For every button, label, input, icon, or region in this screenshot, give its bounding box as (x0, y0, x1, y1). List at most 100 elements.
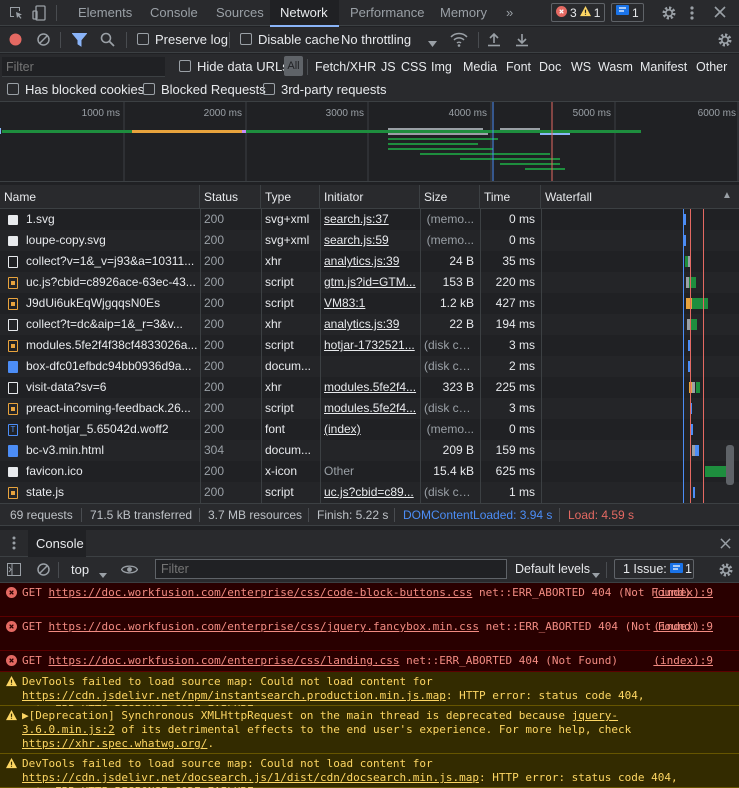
clear-console-icon[interactable] (37, 563, 50, 579)
cell-initiator[interactable]: modules.5fe2f4... (320, 398, 420, 419)
third-party-checkbox[interactable] (263, 83, 275, 95)
console-settings-gear-icon[interactable] (718, 562, 734, 581)
table-row[interactable]: J9dUi6ukEqWjgqqsN0Es 200 script VM83:1 1.2 k… (0, 293, 739, 314)
console-error-message[interactable]: GET https://doc.workfusion.com/enterpris… (0, 583, 739, 617)
filter-type-font[interactable]: Font (506, 60, 531, 74)
close-drawer-icon[interactable] (720, 538, 731, 552)
table-row[interactable]: favicon.ico 200 x-icon Other 15.4 kB 625 ms (0, 461, 739, 482)
col-header-status[interactable]: Status (200, 185, 261, 209)
console-error-message[interactable]: GET https://doc.workfusion.com/enterpris… (0, 617, 739, 651)
console-issues-button[interactable]: 1 Issue: 1 (614, 559, 694, 579)
cell-initiator[interactable]: modules.5fe2f4... (320, 377, 420, 398)
filter-type-media[interactable]: Media (463, 60, 497, 74)
console-message-source-link[interactable]: (index):9 (653, 620, 713, 634)
console-message-link[interactable]: https://cdn.jsdelivr.net/npm/instantsear… (22, 689, 446, 702)
record-icon[interactable] (9, 33, 22, 49)
console-message-link[interactable]: https://xhr.spec.whatwg.org/ (22, 737, 207, 750)
issues-counter-badge[interactable]: 3 1 (551, 3, 606, 22)
filter-type-js[interactable]: JS (381, 60, 396, 74)
cell-initiator[interactable]: (index) (320, 419, 420, 440)
throttling-select[interactable]: No throttling (341, 32, 411, 47)
tab-console[interactable]: Console (140, 0, 208, 26)
table-row[interactable]: bc-v3.min.html 304 docum... 209 B 159 ms (0, 440, 739, 461)
filter-type-img[interactable]: Img (431, 60, 452, 74)
console-message-source-link[interactable]: (index):9 (653, 654, 713, 668)
col-header-name[interactable]: Name (0, 185, 200, 209)
col-header-time[interactable]: Time (480, 185, 541, 209)
hide-data-urls-checkbox[interactable] (179, 60, 191, 72)
table-row[interactable]: collect?t=dc&aip=1&_r=3&v... 200 xhr analyt… (0, 314, 739, 335)
filter-type-fetch-xhr[interactable]: Fetch/XHR (315, 60, 376, 74)
table-row[interactable]: box-dfc01efbdc94bb0936d9a... 200 docum... (… (0, 356, 739, 377)
console-message-link[interactable]: https://cdn.jsdelivr.net/docsearch.js/1/… (22, 771, 479, 784)
console-warn-message[interactable]: ▶[Deprecation] Synchronous XMLHttpReques… (0, 706, 739, 754)
close-icon[interactable] (714, 6, 726, 18)
col-header-type[interactable]: Type (261, 185, 320, 209)
table-row[interactable]: 1.svg 200 svg+xml search.js:37 (memo... 0 ms (0, 209, 739, 230)
console-warn-message[interactable]: DevTools failed to load source map: Coul… (0, 672, 739, 716)
tab-elements[interactable]: Elements (68, 0, 142, 26)
issues-badge[interactable]: 1 (611, 3, 644, 22)
col-header-waterfall[interactable]: Waterfall (541, 185, 739, 209)
table-scrollbar-thumb[interactable] (726, 445, 734, 485)
table-row[interactable]: uc.js?cbid=c8926ace-63ec-43... 200 script g… (0, 272, 739, 293)
col-header-initiator[interactable]: Initiator (320, 185, 420, 209)
table-row[interactable]: loupe-copy.svg 200 svg+xml search.js:59 (mem… (0, 230, 739, 251)
chevron-down-icon[interactable] (428, 36, 437, 50)
table-row[interactable]: modules.5fe2f4f38cf4833026a... 200 script h… (0, 335, 739, 356)
console-message-link[interactable]: https://doc.workfusion.com/enterprise/cs… (49, 620, 479, 633)
more-options-icon[interactable] (689, 5, 695, 21)
chevron-down-icon[interactable] (99, 567, 107, 581)
console-warn-message[interactable]: DevTools failed to load source map: Coul… (0, 754, 739, 788)
disable-cache-checkbox[interactable] (240, 33, 252, 45)
filter-type-all[interactable]: All (284, 56, 303, 76)
filter-type-css[interactable]: CSS (401, 60, 427, 74)
chevron-down-icon[interactable] (592, 567, 600, 581)
table-row[interactable]: state.js 200 script uc.js?cbid=c89... (disk … (0, 482, 739, 503)
network-conditions-wifi-icon[interactable] (450, 32, 468, 50)
drawer-menu-icon[interactable] (12, 536, 16, 553)
sidebar-toggle-icon[interactable] (7, 563, 21, 579)
cell-initiator[interactable]: uc.js?cbid=c89... (320, 482, 420, 503)
blocked-requests-checkbox[interactable] (143, 83, 155, 95)
table-row[interactable]: Tfont-hotjar_5.65042d.woff2 200 font (index… (0, 419, 739, 440)
export-har-icon[interactable] (516, 32, 528, 50)
tab-sources[interactable]: Sources (206, 0, 274, 26)
clear-icon[interactable] (37, 33, 50, 49)
table-row[interactable]: collect?v=1&_v=j93&a=10311... 200 xhr analy… (0, 251, 739, 272)
tab-memory[interactable]: Memory (430, 0, 497, 26)
filter-input[interactable] (2, 57, 165, 77)
console-error-message[interactable]: GET https://doc.workfusion.com/enterpris… (0, 651, 739, 672)
context-selector[interactable]: top (71, 562, 89, 577)
log-levels-select[interactable]: Default levels (515, 562, 590, 576)
network-settings-gear-icon[interactable] (717, 32, 733, 51)
filter-funnel-icon[interactable] (71, 33, 88, 50)
more-tabs-button[interactable]: » (496, 0, 523, 26)
console-filter-input[interactable] (155, 559, 507, 579)
console-message-source-link[interactable]: (index):9 (653, 586, 713, 600)
live-expression-eye-icon[interactable] (120, 564, 139, 578)
drawer-tab-console[interactable]: Console (28, 530, 86, 557)
cell-initiator[interactable]: analytics.js:39 (320, 314, 420, 335)
cell-initiator[interactable]: search.js:59 (320, 230, 420, 251)
device-toolbar-icon[interactable] (32, 5, 48, 21)
cell-initiator[interactable]: hotjar-1732521... (320, 335, 420, 356)
table-row[interactable]: preact-incoming-feedback.26... 200 script m… (0, 398, 739, 419)
network-overview-timeline[interactable]: 1000 ms 2000 ms 3000 ms 4000 ms 5000 ms … (0, 102, 739, 182)
cell-initiator[interactable]: VM83:1 (320, 293, 420, 314)
filter-type-wasm[interactable]: Wasm (598, 60, 633, 74)
filter-type-ws[interactable]: WS (571, 60, 591, 74)
has-blocked-cookies-checkbox[interactable] (7, 83, 19, 95)
search-icon[interactable] (100, 32, 115, 50)
filter-type-doc[interactable]: Doc (539, 60, 561, 74)
import-har-icon[interactable] (488, 32, 500, 50)
settings-gear-icon[interactable] (661, 5, 677, 21)
col-header-size[interactable]: Size (420, 185, 480, 209)
filter-type-manifest[interactable]: Manifest (640, 60, 687, 74)
console-message-link[interactable]: https://doc.workfusion.com/enterprise/cs… (49, 654, 400, 667)
cell-initiator[interactable]: search.js:37 (320, 209, 420, 230)
table-row[interactable]: visit-data?sv=6 200 xhr modules.5fe2f4... 32… (0, 377, 739, 398)
inspect-element-icon[interactable] (8, 5, 24, 21)
cell-initiator[interactable]: analytics.js:39 (320, 251, 420, 272)
tab-performance[interactable]: Performance (340, 0, 434, 26)
